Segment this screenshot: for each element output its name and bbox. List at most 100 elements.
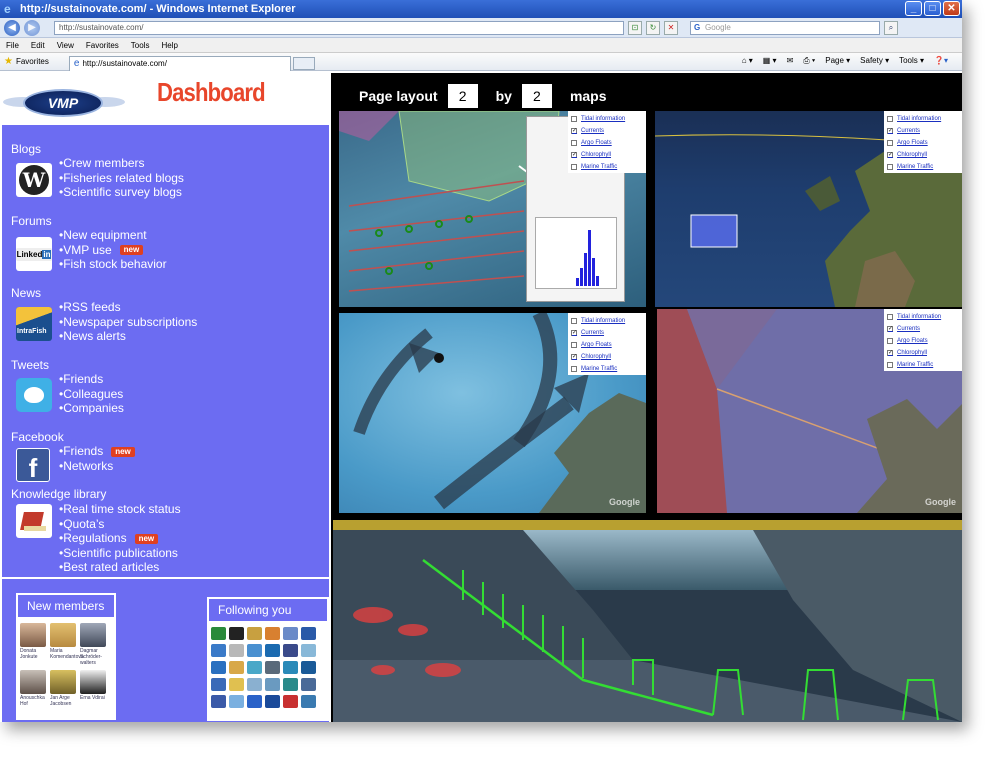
follower-logo[interactable] <box>247 661 262 674</box>
layer-option[interactable]: Marine Traffic <box>571 161 643 173</box>
layer-label[interactable]: Chlorophyll <box>897 152 927 158</box>
layer-option[interactable]: ✓ Currents <box>887 323 959 335</box>
follower-logo[interactable] <box>229 661 244 674</box>
layer-label[interactable]: Argo Floats <box>581 140 612 146</box>
minimize-button[interactable]: _ <box>905 1 922 16</box>
layer-label[interactable]: Marine Traffic <box>897 164 933 170</box>
layer-option[interactable]: ✓ Chlorophyll <box>887 149 959 161</box>
layer-checkbox[interactable] <box>887 116 893 122</box>
layer-checkbox[interactable] <box>887 140 893 146</box>
follower-logo[interactable] <box>211 627 226 640</box>
layer-checkbox[interactable] <box>887 314 893 320</box>
tools-menu[interactable]: Tools ▾ <box>899 56 924 66</box>
map-4[interactable]: Google Tidal information ✓ Currents Argo … <box>657 309 962 513</box>
layer-option[interactable]: Argo Floats <box>571 137 643 149</box>
list-item[interactable]: •Regulations <box>59 531 127 545</box>
follower-logo[interactable] <box>229 627 244 640</box>
follower-logo[interactable] <box>283 627 298 640</box>
follower-logo[interactable] <box>301 661 316 674</box>
layer-label[interactable]: Marine Traffic <box>897 362 933 368</box>
layer-checkbox[interactable] <box>571 342 577 348</box>
follower-logo[interactable] <box>211 644 226 657</box>
follower-logo[interactable] <box>265 627 280 640</box>
feeds-icon[interactable]: ▦ ▾ <box>763 56 777 66</box>
follower-logo[interactable] <box>247 695 262 708</box>
stop-icon[interactable]: ✕ <box>664 20 678 35</box>
follower-logo[interactable] <box>283 644 298 657</box>
facebook-icon[interactable]: f <box>16 448 50 483</box>
follower-logo[interactable] <box>301 695 316 708</box>
forward-icon[interactable]: ▶ <box>24 19 40 36</box>
wordpress-icon[interactable]: W <box>16 163 52 197</box>
section-title[interactable]: Forums <box>11 214 52 228</box>
twitter-icon[interactable] <box>16 378 52 412</box>
section-title[interactable]: Knowledge library <box>11 487 106 501</box>
layer-option[interactable]: Tidal information <box>571 315 643 327</box>
list-item[interactable]: •RSS feeds <box>59 300 197 315</box>
layer-option[interactable]: Tidal information <box>887 311 959 323</box>
layer-checkbox[interactable] <box>887 164 893 170</box>
list-item[interactable]: •Scientific survey blogs <box>59 185 184 200</box>
list-item[interactable]: •Crew members <box>59 156 184 171</box>
layer-checkbox[interactable] <box>887 362 893 368</box>
home-icon[interactable]: ⌂ ▾ <box>742 56 753 66</box>
layer-option[interactable]: Argo Floats <box>571 339 643 351</box>
layer-label[interactable]: Chlorophyll <box>897 350 927 356</box>
list-item[interactable]: •Companies <box>59 401 124 416</box>
section-title[interactable]: News <box>11 286 41 300</box>
follower-logo[interactable] <box>247 678 262 691</box>
layer-checkbox[interactable] <box>571 140 577 146</box>
follower-logo[interactable] <box>247 644 262 657</box>
layer-checkbox[interactable]: ✓ <box>571 330 577 336</box>
layout-rows-input[interactable]: 2 <box>447 84 478 108</box>
help-icon[interactable]: ❓▾ <box>934 56 948 66</box>
linkedin-icon[interactable]: Linkedin <box>15 237 53 271</box>
follower-logo[interactable] <box>265 661 280 674</box>
list-item[interactable]: •Fish stock behavior <box>59 257 167 272</box>
list-item[interactable]: •Friends <box>59 444 103 458</box>
map-2[interactable]: Tidal information ✓ Currents Argo Floats … <box>655 111 962 307</box>
layer-checkbox[interactable] <box>571 366 577 372</box>
member-card[interactable]: Dagmar Schröder-walters <box>80 623 106 666</box>
follower-logo[interactable] <box>283 695 298 708</box>
layer-checkbox[interactable] <box>571 116 577 122</box>
layer-checkbox[interactable]: ✓ <box>571 128 577 134</box>
address-input[interactable]: http://sustainovate.com/ <box>54 20 624 35</box>
follower-logo[interactable] <box>211 678 226 691</box>
follower-logo[interactable] <box>229 695 244 708</box>
menu-tools[interactable]: Tools <box>131 41 150 50</box>
member-card[interactable]: Donata Jonkute <box>20 623 46 666</box>
follower-logo[interactable] <box>229 644 244 657</box>
layer-label[interactable]: Chlorophyll <box>581 354 611 360</box>
print-icon[interactable]: ⎙ ▾ <box>803 56 815 66</box>
layer-label[interactable]: Currents <box>897 128 920 134</box>
follower-logo[interactable] <box>283 678 298 691</box>
follower-logo[interactable] <box>301 644 316 657</box>
list-item[interactable]: •New equipment <box>59 228 167 243</box>
layer-checkbox[interactable]: ✓ <box>887 350 893 356</box>
list-item[interactable]: •VMP use <box>59 243 112 257</box>
list-item[interactable]: •Networks <box>59 459 135 474</box>
layer-option[interactable]: Tidal information <box>571 113 643 125</box>
layer-label[interactable]: Tidal information <box>897 314 941 320</box>
layer-label[interactable]: Argo Floats <box>897 338 928 344</box>
seafloor-3d-view[interactable] <box>333 520 962 722</box>
follower-logo[interactable] <box>211 661 226 674</box>
section-title[interactable]: Facebook <box>11 430 64 444</box>
refresh-icon[interactable]: ↻ <box>646 20 660 35</box>
layer-label[interactable]: Tidal information <box>581 318 625 324</box>
member-card[interactable]: Anouschka Hof <box>20 670 46 707</box>
layer-option[interactable]: ✓ Chlorophyll <box>571 149 643 161</box>
layer-label[interactable]: Tidal information <box>581 116 625 122</box>
layer-label[interactable]: Currents <box>581 128 604 134</box>
menu-edit[interactable]: Edit <box>31 41 45 50</box>
follower-logo[interactable] <box>265 678 280 691</box>
favorites-button[interactable]: ★ Favorites <box>4 56 61 67</box>
close-button[interactable]: ✕ <box>943 1 960 16</box>
layer-checkbox[interactable]: ✓ <box>887 152 893 158</box>
layer-checkbox[interactable]: ✓ <box>571 152 577 158</box>
member-card[interactable]: Jan Arge Jacobsen <box>50 670 76 707</box>
list-item[interactable]: •Real time stock status <box>59 502 181 517</box>
list-item[interactable]: •Quota’s <box>59 517 181 532</box>
member-card[interactable]: Maria Komendantova <box>50 623 84 666</box>
